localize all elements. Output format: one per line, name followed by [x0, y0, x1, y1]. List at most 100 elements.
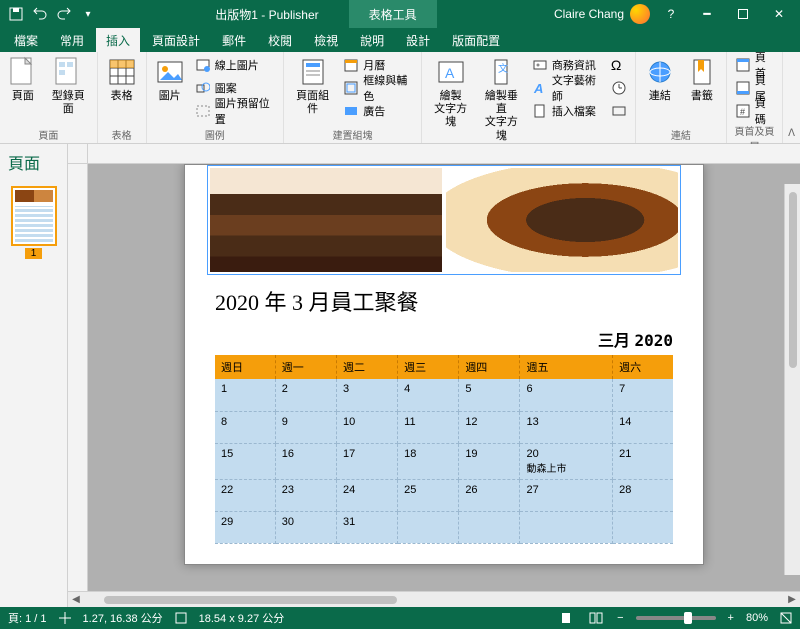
calendar-cell[interactable]: 18 — [398, 443, 459, 479]
nav-title: 頁面 — [0, 144, 67, 180]
maximize-button[interactable] — [728, 0, 758, 28]
tab-pagedesign[interactable]: 頁面設計 — [142, 28, 210, 53]
calendar-cell[interactable]: 31 — [336, 511, 397, 543]
vertical-scrollbar[interactable] — [784, 184, 800, 575]
calendar-cell[interactable]: 5 — [459, 379, 520, 411]
redo-icon[interactable] — [56, 6, 72, 22]
calendar-cell[interactable]: 10 — [336, 411, 397, 443]
zoom-percent[interactable]: 80% — [746, 612, 768, 624]
calendar-cell[interactable]: 16 — [275, 443, 336, 479]
vert-textbox-button[interactable]: 文 繪製垂直 文字方塊 — [477, 54, 526, 145]
image-dish[interactable] — [446, 168, 678, 272]
picture-placeholder-icon — [195, 103, 211, 119]
horizontal-ruler[interactable] — [88, 144, 800, 163]
calendar-icon — [343, 57, 359, 73]
page-parts-button[interactable]: 頁面組件 — [288, 54, 337, 118]
calendar-cell[interactable]: 4 — [398, 379, 459, 411]
calendar-cell[interactable]: 13 — [520, 411, 613, 443]
calendar-cell[interactable] — [613, 511, 673, 543]
tab-layout[interactable]: 版面配置 — [442, 28, 510, 53]
zoom-fit-icon[interactable] — [780, 612, 792, 624]
calendar-cell[interactable]: 3 — [336, 379, 397, 411]
tab-mailings[interactable]: 郵件 — [212, 28, 256, 53]
wordart-button[interactable]: A文字藝術師 — [528, 77, 605, 99]
page[interactable]: 2020 年 3 月員工聚餐 三月 2020 週日週一週二週三週四週五週六 12… — [184, 164, 704, 565]
calendar-cell[interactable]: 15 — [215, 443, 275, 479]
zoom-out-button[interactable]: − — [617, 612, 623, 624]
calendar-cell[interactable]: 22 — [215, 479, 275, 511]
online-pictures-button[interactable]: 線上圖片 — [191, 54, 279, 76]
symbol-button[interactable]: Ω — [607, 54, 631, 76]
bookmark-button[interactable]: 書籤 — [682, 54, 722, 105]
calendar-cell[interactable] — [398, 511, 459, 543]
insert-file-button[interactable]: 插入檔案 — [528, 100, 605, 122]
calendar-cell[interactable]: 30 — [275, 511, 336, 543]
calendar-cell[interactable]: 14 — [613, 411, 673, 443]
view-single-icon[interactable] — [557, 610, 575, 626]
borders-button[interactable]: 框線與輔色 — [339, 77, 417, 99]
calendar-cell[interactable]: 29 — [215, 511, 275, 543]
user-badge[interactable]: Claire Chang — [554, 4, 650, 24]
calendar-cell[interactable]: 9 — [275, 411, 336, 443]
zoom-in-button[interactable]: + — [728, 612, 734, 624]
calendar-cell[interactable]: 17 — [336, 443, 397, 479]
minimize-button[interactable]: ━ — [692, 0, 722, 28]
undo-icon[interactable] — [32, 6, 48, 22]
picture-placeholder-button[interactable]: 圖片預留位置 — [191, 100, 279, 122]
calendar-cell[interactable]: 24 — [336, 479, 397, 511]
calendar-cell[interactable]: 8 — [215, 411, 275, 443]
scroll-right-icon[interactable]: ▶ — [784, 594, 800, 605]
page-canvas-scroll[interactable]: 2020 年 3 月員工聚餐 三月 2020 週日週一週二週三週四週五週六 12… — [88, 164, 800, 591]
ribbon-collapse-button[interactable]: ᐱ — [783, 52, 800, 143]
status-page[interactable]: 頁: 1 / 1 — [8, 610, 47, 626]
datetime-button[interactable] — [607, 77, 631, 99]
zoom-slider[interactable] — [636, 616, 716, 620]
tab-review[interactable]: 校閱 — [258, 28, 302, 53]
calendar-cell[interactable] — [459, 511, 520, 543]
object-button[interactable] — [607, 100, 631, 122]
hyperlink-button[interactable]: 連結 — [640, 54, 680, 105]
view-spread-icon[interactable] — [587, 610, 605, 626]
calendar-cell[interactable]: 26 — [459, 479, 520, 511]
tab-file[interactable]: 檔案 — [4, 28, 48, 53]
tab-view[interactable]: 檢視 — [304, 28, 348, 53]
tab-home[interactable]: 常用 — [50, 28, 94, 53]
save-icon[interactable] — [8, 6, 24, 22]
help-button[interactable]: ? — [656, 0, 686, 28]
calendar-cell[interactable]: 12 — [459, 411, 520, 443]
tab-help[interactable]: 說明 — [350, 28, 394, 53]
calendar-cell[interactable]: 23 — [275, 479, 336, 511]
calendar-cell[interactable]: 7 — [613, 379, 673, 411]
document-title[interactable]: 2020 年 3 月員工聚餐 — [215, 285, 673, 317]
calendar-cell[interactable]: 28 — [613, 479, 673, 511]
page-button[interactable]: 頁面 — [4, 54, 42, 105]
month-label[interactable]: 三月 2020 — [215, 327, 673, 351]
tab-design[interactable]: 設計 — [396, 28, 440, 53]
close-button[interactable]: ✕ — [764, 0, 794, 28]
calendar-cell[interactable]: 6 — [520, 379, 613, 411]
calendar-cell[interactable]: 20動森上市 — [520, 443, 613, 479]
tab-insert[interactable]: 插入 — [96, 28, 140, 53]
calendar-cell[interactable]: 1 — [215, 379, 275, 411]
catalog-page-button[interactable]: 型錄頁面 — [44, 54, 93, 118]
page-thumbnail[interactable] — [11, 186, 57, 246]
horizontal-scrollbar[interactable]: ◀ ▶ — [68, 591, 800, 607]
picture-button[interactable]: 圖片 — [151, 54, 189, 105]
vertical-ruler[interactable] — [68, 164, 88, 591]
calendar-cell[interactable]: 27 — [520, 479, 613, 511]
page-number-button[interactable]: #頁碼 — [731, 100, 778, 122]
image-row[interactable] — [207, 165, 681, 275]
table-button[interactable]: 表格 — [102, 54, 142, 105]
calendar-cell[interactable]: 2 — [275, 379, 336, 411]
calendar-cell[interactable]: 19 — [459, 443, 520, 479]
scroll-left-icon[interactable]: ◀ — [68, 594, 84, 605]
calendar-cell[interactable] — [520, 511, 613, 543]
calendar-table[interactable]: 週日週一週二週三週四週五週六 1234567891011121314151617… — [215, 355, 673, 544]
ads-button[interactable]: 廣告 — [339, 100, 417, 122]
calendar-cell[interactable]: 21 — [613, 443, 673, 479]
image-cake[interactable] — [210, 168, 442, 272]
calendar-cell[interactable]: 11 — [398, 411, 459, 443]
draw-textbox-button[interactable]: A 繪製 文字方塊 — [426, 54, 475, 132]
calendar-cell[interactable]: 25 — [398, 479, 459, 511]
qat-more-icon[interactable]: ▾ — [80, 6, 96, 22]
